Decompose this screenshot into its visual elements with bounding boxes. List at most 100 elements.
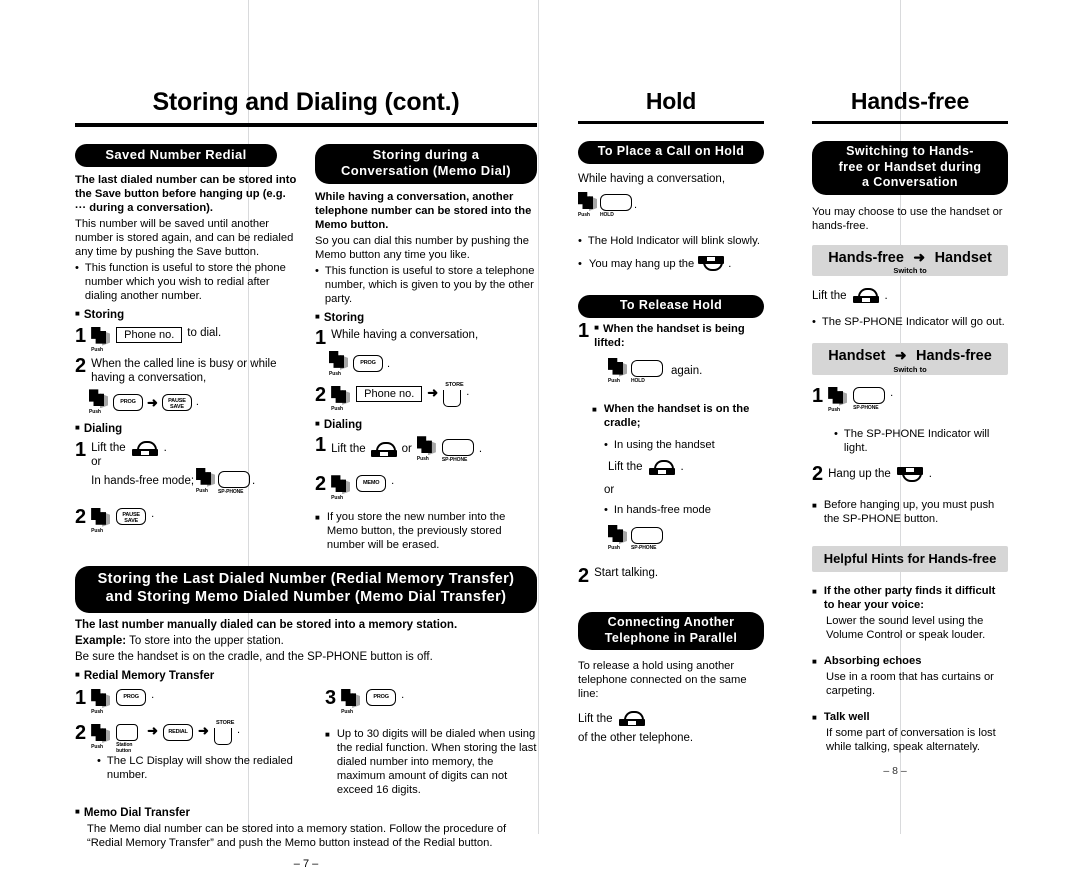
- prog-button[interactable]: PROG: [366, 689, 397, 706]
- step-text: Lift the: [608, 461, 643, 474]
- page-number-8-wrap: – 8 –: [850, 765, 940, 779]
- paragraph: The last number manually dialed can be s…: [75, 618, 458, 631]
- handset-lifted-icon: [131, 440, 158, 456]
- bullet-item: • The SP-PHONE Indicator will go out.: [812, 315, 1008, 329]
- step-1: 1 While having a conversation,: [315, 326, 537, 349]
- section-saved-number-redial: Saved Number Redial The last dialed numb…: [75, 144, 297, 554]
- hold-button[interactable]: [631, 359, 663, 377]
- period: .: [466, 385, 470, 398]
- bullet-item: • The Hold Indicator will blink slowly.: [578, 234, 764, 248]
- sp-phone-label: SP-PHONE: [631, 545, 657, 551]
- push-label: Push: [329, 370, 341, 377]
- prog-button[interactable]: PROG: [353, 355, 383, 373]
- step-number: 1: [75, 438, 87, 461]
- transfer-step-3: 3 Push PROG .: [325, 687, 537, 715]
- banner-heading: Storing the Last Dialed Number (Redial M…: [75, 566, 537, 613]
- paragraph: While having a conversation, another tel…: [315, 190, 532, 231]
- store-button[interactable]: [443, 389, 462, 407]
- bullet-text: The LC Display will show the redialed nu…: [106, 755, 293, 781]
- store-button[interactable]: [213, 728, 232, 745]
- sp-phone-button-wrap: SP-PHONE: [853, 386, 886, 411]
- square-bullet-icon: ■: [315, 311, 320, 321]
- or-text: or: [401, 443, 412, 456]
- square-bullet-icon: ■: [315, 418, 320, 428]
- step-text: Lift the: [331, 443, 366, 456]
- sp-phone-button[interactable]: [853, 386, 886, 404]
- bullet-text: This function is useful to store the pho…: [84, 262, 286, 303]
- sp-phone-label: SP-PHONE: [218, 488, 244, 495]
- hint-heading: ■ Absorbing echoes: [812, 655, 922, 668]
- bar-left-label: Handset: [828, 348, 886, 365]
- step-text: In hands-free mode;: [91, 474, 195, 487]
- pause-save-button[interactable]: PAUSE SAVE: [161, 393, 192, 411]
- hold-button-wrap: HOLD: [600, 194, 632, 218]
- prog-button[interactable]: PROG: [116, 689, 147, 706]
- step-text: of the other telephone.: [578, 732, 694, 745]
- handsfree-step-2: 2 Hang up the .: [812, 464, 1008, 484]
- paragraph: To release a hold using another telephon…: [578, 660, 747, 701]
- scanned-manual-page: Storing and Dialing (cont.) Saved Number…: [0, 0, 1080, 870]
- sp-phone-label: SP-PHONE: [853, 404, 879, 411]
- push-label: Push: [91, 709, 103, 715]
- hint-body: If some part of conversation is lost whi…: [826, 727, 996, 754]
- hint-body: Use in a room that has curtains or carpe…: [826, 671, 994, 698]
- push-hand-icon: Push: [91, 689, 111, 715]
- push-label: Push: [416, 456, 429, 463]
- handset-lifted-icon: [648, 459, 675, 475]
- arrow-icon: ➜: [913, 248, 926, 265]
- station-button[interactable]: [116, 724, 139, 741]
- switch-to-label: Switch to: [893, 266, 927, 276]
- phone-no-field[interactable]: Phone no.: [356, 385, 423, 402]
- step-2: 2 When the called line is busy or while …: [75, 356, 297, 386]
- step-number: 2: [315, 383, 327, 406]
- step-number: 3: [325, 687, 337, 709]
- push-label: Push: [89, 409, 101, 416]
- note-item: ■ Up to 30 digits will be dialed when us…: [325, 727, 537, 797]
- push-label: Push: [196, 487, 208, 494]
- bullet-text: In using the handset: [613, 438, 715, 451]
- station-button-wrap: Station button: [116, 724, 142, 754]
- pause-save-button[interactable]: PAUSE SAVE: [116, 507, 147, 525]
- bullet-item: • You may hang up the .: [578, 256, 764, 271]
- store-button-wrap: STORE: [213, 720, 234, 750]
- memo-button[interactable]: MEMO: [356, 475, 387, 493]
- step-heading-2: ■ When the handset is on the cradle;: [592, 402, 750, 429]
- phone-no-field[interactable]: Phone no.: [116, 326, 183, 343]
- transfer-step-1: 1 Push PROG .: [75, 688, 307, 715]
- hint-heading: ■ Talk well: [812, 711, 870, 724]
- redial-button[interactable]: REDIAL: [163, 724, 194, 741]
- paragraph: Be sure the handset is on the cradle, an…: [75, 651, 433, 664]
- square-bullet-icon: ■: [812, 657, 817, 667]
- square-bullet-icon: ■: [812, 587, 817, 597]
- paragraph: The last dialed number can be stored int…: [75, 174, 297, 215]
- prog-button[interactable]: PROG: [113, 393, 143, 411]
- sp-phone-button[interactable]: [441, 439, 474, 457]
- hint-heading: ■ If the other party finds it difficult …: [812, 585, 996, 612]
- bullet-item: • In using the handset: [604, 438, 764, 452]
- hold-button[interactable]: [600, 194, 632, 211]
- step-number: 1: [315, 326, 327, 349]
- helpful-hints-heading: Helpful Hints for Hands-free: [812, 545, 1008, 573]
- square-bullet-icon: ■: [75, 807, 80, 816]
- bullet-dot: •: [578, 235, 582, 247]
- example-text: To store into the upper station.: [126, 634, 284, 647]
- hint-body: Lower the sound level using the Volume C…: [826, 615, 986, 642]
- fold-line-2: [538, 0, 539, 834]
- subsection-dialing: ■ Dialing: [315, 418, 363, 431]
- hold-button-wrap: HOLD: [631, 359, 663, 384]
- bullet-item: • This function is useful to store a tel…: [315, 264, 537, 306]
- sp-phone-button[interactable]: [631, 527, 663, 544]
- release-step-2: 2 Start talking.: [578, 566, 764, 586]
- step-text: While having a conversation,: [331, 328, 479, 341]
- note-text: Up to 30 digits will be dialed when usin…: [336, 728, 537, 796]
- sp-phone-button[interactable]: [218, 470, 251, 488]
- step-text: Hang up the: [828, 468, 891, 481]
- period: .: [151, 507, 155, 520]
- period: .: [195, 396, 199, 409]
- bullet-dot: •: [97, 755, 101, 767]
- bullet-dot: •: [834, 427, 838, 440]
- bullet-item: • The LC Display will show the redialed …: [97, 754, 307, 782]
- bullet-dot: •: [604, 504, 608, 516]
- step-heading: When the handset is being lifted:: [594, 322, 745, 349]
- bar-right-label: Hands-free: [916, 348, 992, 365]
